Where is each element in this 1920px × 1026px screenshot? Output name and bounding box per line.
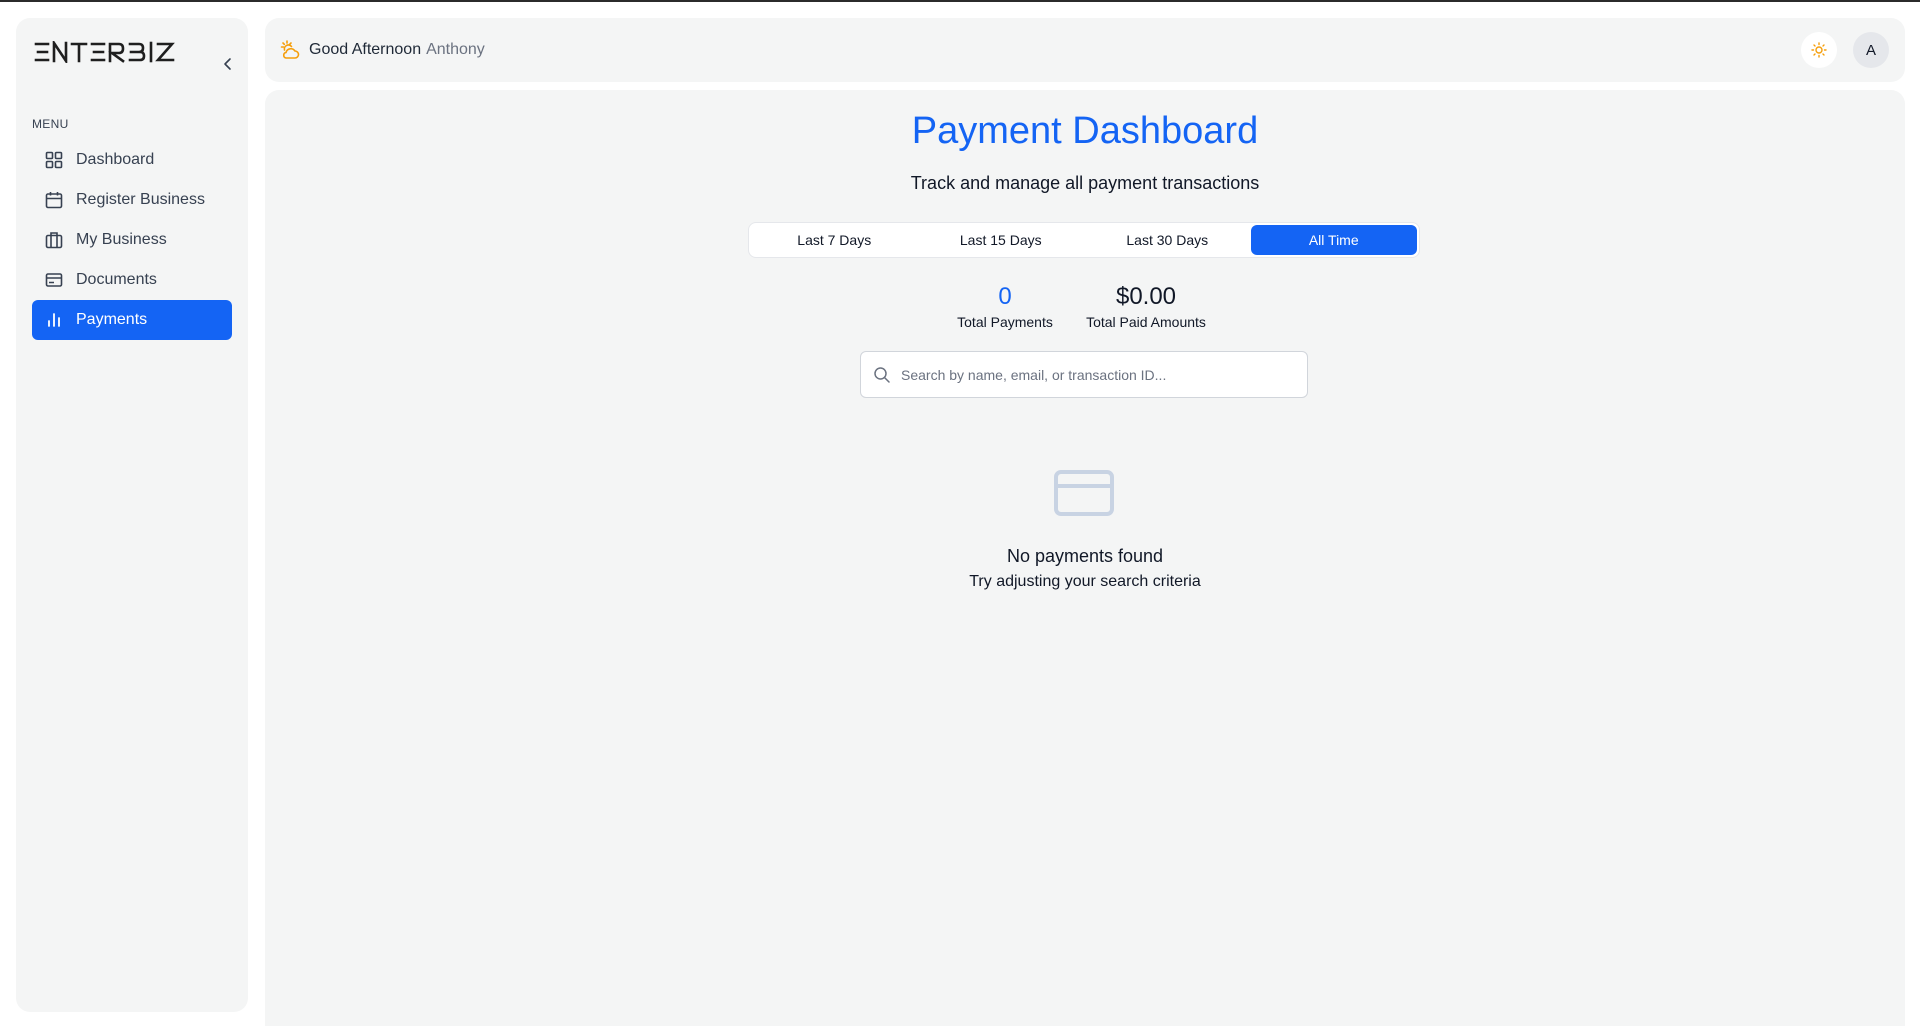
sidebar-nav: Dashboard Register Business My Business … <box>32 140 232 340</box>
search-input[interactable] <box>901 366 1307 383</box>
collapse-sidebar-button[interactable] <box>218 54 238 74</box>
avatar[interactable]: A <box>1853 32 1889 68</box>
sidebar-item-label: Dashboard <box>76 151 155 168</box>
sidebar-item-label: My Business <box>76 231 167 248</box>
empty-state-subtitle: Try adjusting your search criteria <box>969 573 1201 590</box>
calendar-icon <box>44 190 64 210</box>
sidebar-item-label: Documents <box>76 271 157 288</box>
sidebar-item-documents[interactable]: Documents <box>32 260 232 300</box>
total-paid-stat: $0.00 Total Paid Amounts <box>1083 282 1209 330</box>
tab-all-time[interactable]: All Time <box>1250 225 1417 255</box>
tab-last-7-days[interactable]: Last 7 Days <box>751 225 918 255</box>
sidebar-item-my-business[interactable]: My Business <box>32 220 232 260</box>
credit-card-icon <box>1054 470 1114 516</box>
credit-card-icon <box>44 270 64 290</box>
top-header: Good Afternoon Anthony A <box>265 18 1905 82</box>
sidebar-item-label: Register Business <box>76 191 205 208</box>
sidebar-item-payments[interactable]: Payments <box>32 300 232 340</box>
greeting-text: Good Afternoon <box>309 41 422 58</box>
bar-chart-icon <box>44 310 64 330</box>
total-paid-label: Total Paid Amounts <box>1086 314 1206 330</box>
search-icon <box>873 366 891 384</box>
window-top-border <box>0 0 1920 2</box>
tab-last-30-days[interactable]: Last 30 Days <box>1084 225 1251 255</box>
sidebar: MENU Dashboard Register Business My Busi… <box>16 18 248 1012</box>
grid-icon <box>44 150 64 170</box>
sun-cloud-icon <box>279 39 301 61</box>
logo-wordmark <box>34 41 175 63</box>
greeting: Good Afternoon Anthony <box>279 39 485 61</box>
sidebar-item-dashboard[interactable]: Dashboard <box>32 140 232 180</box>
sun-icon <box>1811 42 1827 58</box>
page-subtitle: Track and manage all payment transaction… <box>910 173 1260 193</box>
enterbiz-logo[interactable] <box>34 39 178 65</box>
search-box <box>860 351 1308 398</box>
main-content: Payment Dashboard Track and manage all p… <box>265 90 1905 1026</box>
briefcase-icon <box>44 230 64 250</box>
empty-state-title: No payments found <box>1006 546 1164 566</box>
total-payments-value: 0 <box>998 283 1012 310</box>
tab-last-15-days[interactable]: Last 15 Days <box>918 225 1085 255</box>
total-payments-stat: 0 Total Payments <box>953 282 1057 330</box>
sidebar-item-register-business[interactable]: Register Business <box>32 180 232 220</box>
page-title: Payment Dashboard <box>911 110 1259 152</box>
theme-toggle-button[interactable] <box>1801 32 1837 68</box>
chevron-left-icon <box>224 58 231 70</box>
date-range-tabs: Last 7 Days Last 15 Days Last 30 Days Al… <box>748 222 1420 258</box>
total-payments-label: Total Payments <box>957 314 1053 330</box>
menu-section-label: MENU <box>32 117 69 131</box>
user-name: Anthony <box>426 41 485 58</box>
total-paid-value: $0.00 <box>1115 283 1177 310</box>
sidebar-item-label: Payments <box>76 311 148 328</box>
